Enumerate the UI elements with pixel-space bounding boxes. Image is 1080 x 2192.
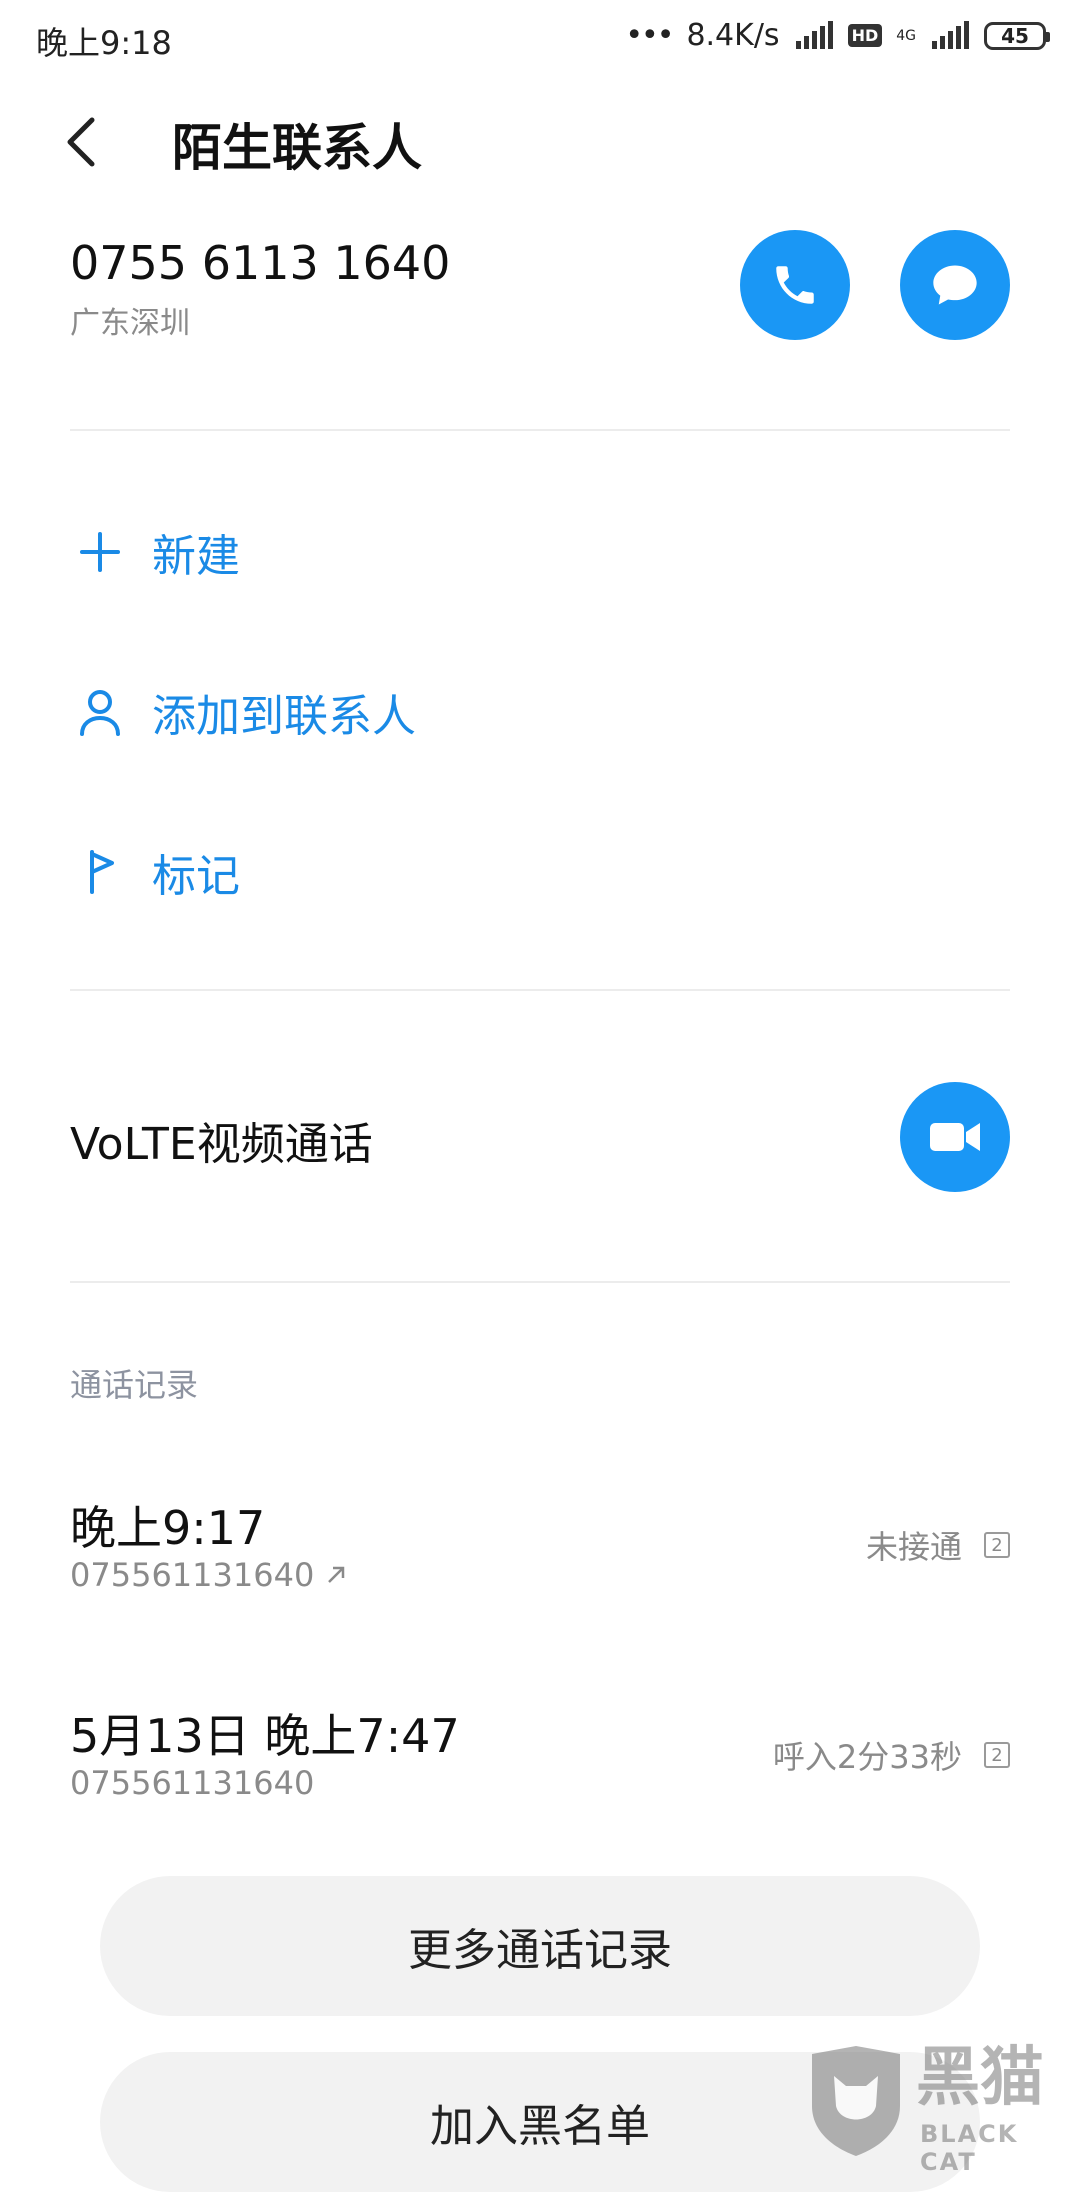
call-button[interactable] bbox=[740, 230, 850, 340]
cat-shield-icon bbox=[812, 2046, 900, 2156]
more-dots-icon: ••• bbox=[625, 18, 674, 53]
sim-card-icon: 2 bbox=[984, 1742, 1010, 1768]
video-camera-icon bbox=[930, 1123, 980, 1151]
number-location: 广东深圳 bbox=[70, 306, 190, 341]
person-icon bbox=[70, 682, 130, 742]
divider bbox=[70, 1281, 1010, 1283]
signal-icon bbox=[795, 20, 833, 49]
status-time: 晚上9:18 bbox=[36, 24, 172, 62]
more-call-records-button[interactable]: 更多通话记录 bbox=[100, 1876, 980, 2016]
watermark-brand-en: BLACK CAT bbox=[920, 2120, 1019, 2176]
net-type: 4G bbox=[896, 29, 916, 43]
call-log-number-text: 075561131640 bbox=[70, 1764, 315, 1802]
call-log-section-label: 通话记录 bbox=[70, 1366, 199, 1404]
call-status-text: 呼入2分33秒 bbox=[772, 1738, 962, 1776]
page-title: 陌生联系人 bbox=[172, 119, 422, 177]
call-log-entry-time[interactable]: 5月13日 晚上7:47 bbox=[70, 1700, 460, 1766]
chat-bubble-icon bbox=[933, 265, 977, 305]
phone-number: 0755 6113 1640 bbox=[70, 236, 451, 290]
action-new[interactable]: 新建 bbox=[70, 512, 240, 592]
message-button[interactable] bbox=[900, 230, 1010, 340]
chevron-left-icon bbox=[67, 117, 95, 167]
call-log-entry-number: 075561131640 bbox=[70, 1556, 348, 1594]
call-log-entry-time[interactable]: 晚上9:17 bbox=[70, 1492, 265, 1558]
divider bbox=[70, 429, 1010, 431]
action-mark[interactable]: 标记 bbox=[70, 832, 240, 912]
video-call-button[interactable] bbox=[900, 1082, 1010, 1192]
action-add-to-contacts[interactable]: 添加到联系人 bbox=[70, 672, 416, 752]
battery-level: 45 bbox=[1001, 23, 1029, 48]
call-log-entry-status: 呼入2分33秒 2 bbox=[773, 1732, 1010, 1778]
divider bbox=[70, 989, 1010, 991]
call-status-text: 未接通 bbox=[865, 1528, 962, 1566]
plus-icon bbox=[70, 522, 130, 582]
hd-icon: HD bbox=[847, 24, 883, 47]
net-type-label: 4G bbox=[896, 27, 916, 44]
action-new-label: 新建 bbox=[152, 531, 240, 582]
outgoing-arrow-icon bbox=[328, 1566, 345, 1583]
black-cat-watermark: 黑猫 BLACK CAT bbox=[804, 2041, 1074, 2176]
status-indicators: ••• 8.4K/s HD 4G 45 bbox=[625, 18, 1050, 53]
sim-card-icon: 2 bbox=[984, 1532, 1010, 1558]
action-mark-label: 标记 bbox=[152, 851, 240, 902]
flag-icon bbox=[70, 842, 130, 902]
phone-icon bbox=[776, 266, 814, 304]
battery-icon: 45 bbox=[984, 21, 1050, 50]
network-speed: 8.4K/s bbox=[686, 18, 780, 53]
back-button[interactable] bbox=[62, 112, 112, 172]
call-log-entry-status: 未接通 2 bbox=[866, 1522, 1010, 1568]
call-log-entry-number: 075561131640 bbox=[70, 1764, 314, 1802]
signal-icon-2 bbox=[932, 20, 969, 49]
action-add-to-contacts-label: 添加到联系人 bbox=[152, 691, 416, 742]
watermark-brand: 黑猫 bbox=[916, 2041, 1044, 2115]
call-log-number-text: 075561131640 bbox=[70, 1556, 315, 1594]
volte-label: VoLTE视频通话 bbox=[70, 1119, 373, 1170]
